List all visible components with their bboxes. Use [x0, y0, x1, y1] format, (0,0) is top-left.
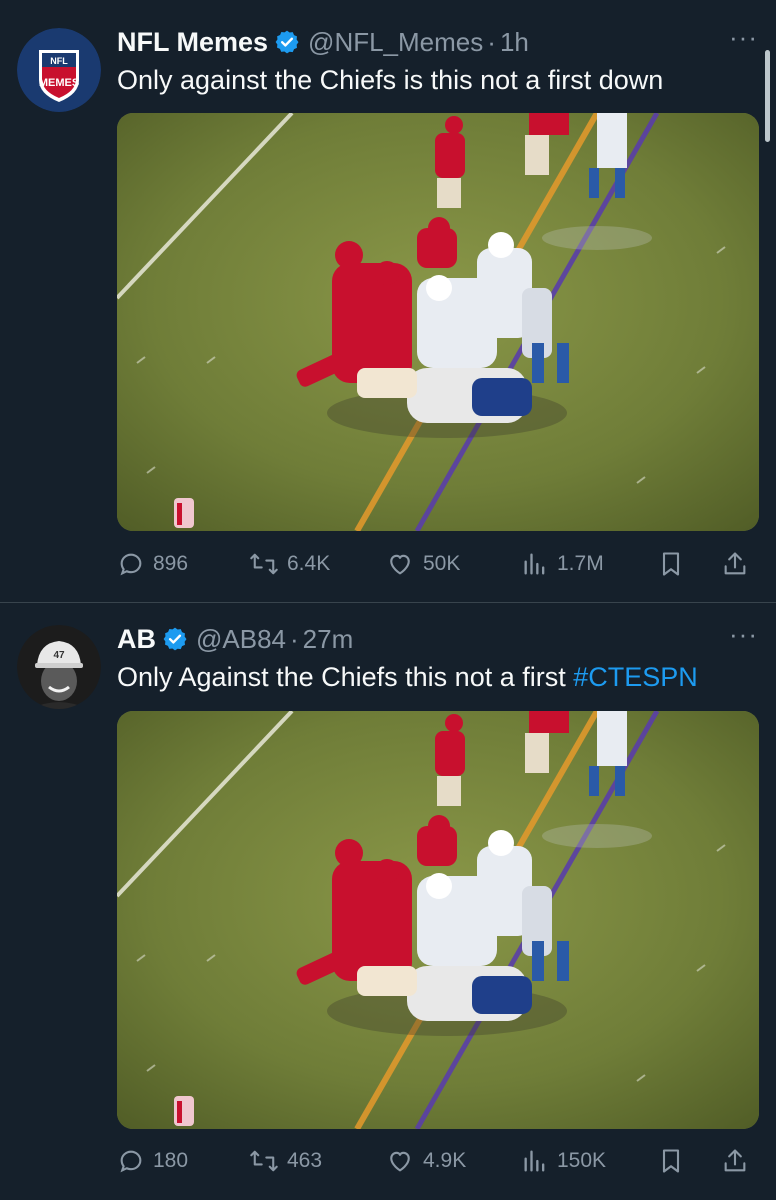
bookmark-icon [662, 1149, 680, 1173]
reply-icon [120, 1150, 142, 1173]
action-bar: 180 463 4.9K 150K [117, 1141, 759, 1181]
like-button[interactable]: 4.9K [385, 1141, 466, 1181]
more-icon[interactable]: ··· [729, 619, 758, 650]
tweet-text: Only against the Chiefs is this not a fi… [117, 65, 664, 95]
tweet-header: AB @AB84 · 27m [117, 619, 756, 659]
share-button[interactable] [721, 1141, 757, 1181]
views-count: 1.7M [557, 552, 604, 575]
reply-count: 180 [153, 1149, 189, 1172]
handle[interactable]: @NFL_Memes [308, 27, 483, 58]
views-button[interactable]: 1.7M [521, 544, 604, 584]
avatar[interactable]: NFL MEMES [17, 28, 101, 112]
verified-badge-icon [274, 29, 300, 55]
share-button[interactable] [721, 544, 757, 584]
retweet-icon [250, 553, 278, 575]
retweet-button[interactable]: 463 [249, 1141, 322, 1181]
retweet-icon [250, 1150, 278, 1172]
avatar[interactable]: 47 [17, 625, 101, 709]
timestamp[interactable]: 27m [303, 624, 354, 655]
action-bar: 896 6.4K 50K 1.7M [117, 544, 759, 584]
reply-count: 896 [153, 552, 189, 575]
tweet-text-body: Only Against the Chiefs this not a first [117, 662, 574, 692]
handle[interactable]: @AB84 [196, 624, 286, 655]
tweet-nfl-memes[interactable]: NFL MEMES NFL Memes @NFL_Memes · 1h ··· … [0, 0, 776, 602]
verified-badge-icon [162, 626, 188, 652]
hashtag-link[interactable]: #CTESPN [573, 662, 698, 692]
display-name[interactable]: AB [117, 624, 156, 655]
retweet-count: 463 [287, 1149, 323, 1172]
like-count: 4.9K [423, 1149, 467, 1172]
tweet-media-image[interactable] [117, 711, 759, 1129]
scrollbar[interactable] [765, 50, 770, 142]
tweet-text: Only Against the Chiefs this not a first… [117, 657, 756, 697]
bookmark-icon [662, 552, 680, 576]
reply-button[interactable]: 180 [117, 1141, 188, 1181]
tweet-header: NFL Memes @NFL_Memes · 1h [117, 22, 756, 62]
timestamp[interactable]: 1h [500, 27, 529, 58]
bookmark-button[interactable] [657, 1141, 693, 1181]
views-button[interactable]: 150K [521, 1141, 606, 1181]
avatar-cap-number: 47 [53, 650, 65, 661]
like-button[interactable]: 50K [385, 544, 460, 584]
share-icon [724, 1149, 746, 1172]
like-count: 50K [423, 552, 461, 575]
views-count: 150K [557, 1149, 607, 1172]
retweet-count: 6.4K [287, 552, 331, 575]
share-icon [724, 552, 746, 575]
bookmark-button[interactable] [657, 544, 693, 584]
reply-icon [120, 553, 142, 576]
tweet-ab[interactable]: 47 AB @AB84 · 27m ··· Only Against the C… [0, 603, 776, 1200]
reply-button[interactable]: 896 [117, 544, 188, 584]
retweet-button[interactable]: 6.4K [249, 544, 330, 584]
separator: · [487, 26, 496, 57]
display-name[interactable]: NFL Memes [117, 27, 268, 58]
views-icon [524, 553, 545, 575]
like-icon [390, 1151, 410, 1172]
separator: · [290, 623, 299, 654]
tweet-media-image[interactable] [117, 113, 759, 531]
like-icon [390, 554, 410, 575]
avatar-logo-top: NFL [50, 56, 68, 66]
avatar-logo-bottom: MEMES [39, 77, 79, 89]
more-icon[interactable]: ··· [729, 22, 758, 53]
views-icon [524, 1150, 545, 1172]
